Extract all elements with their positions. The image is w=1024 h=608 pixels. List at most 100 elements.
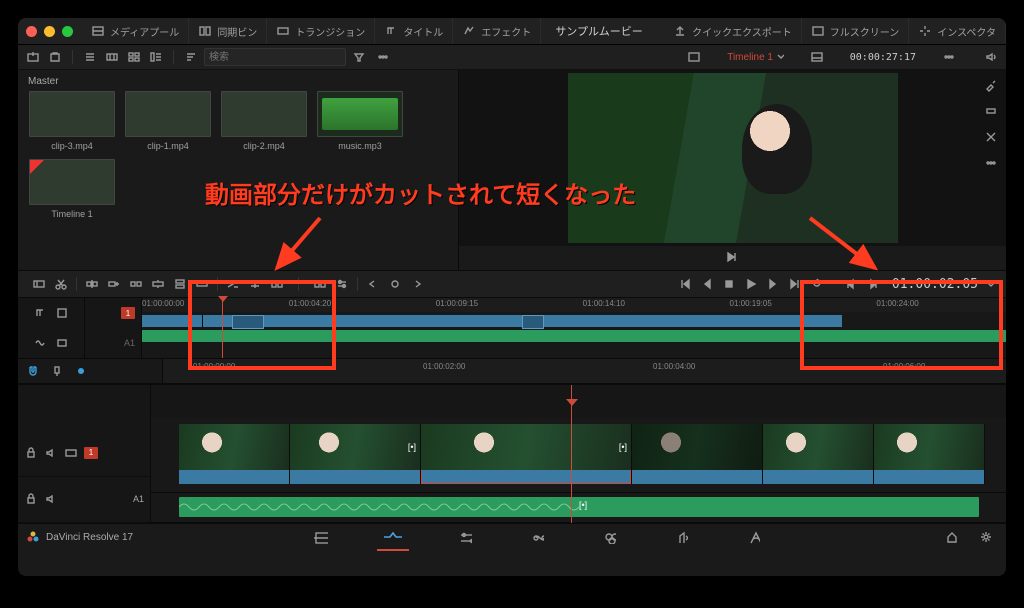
settings-button[interactable] <box>974 527 998 547</box>
timecode-menu-button[interactable] <box>982 275 1000 293</box>
timeline-viewer-button[interactable] <box>808 48 826 66</box>
edit-page-tab[interactable] <box>453 527 477 547</box>
filmstrip-view-button[interactable] <box>103 48 121 66</box>
timecode-entry-button[interactable] <box>30 275 48 293</box>
zoom-prev-button[interactable] <box>364 275 382 293</box>
play-button[interactable] <box>742 275 760 293</box>
timeline-clip[interactable]: [•] <box>290 424 421 484</box>
marker-tool[interactable] <box>48 362 66 380</box>
transition-tool[interactable] <box>333 275 351 293</box>
track-number[interactable]: 1 <box>121 307 135 319</box>
stop-button[interactable] <box>720 275 738 293</box>
upper-timeline-body[interactable]: 01:00:00:00 01:00:04:20 01:00:09:15 01:0… <box>142 298 1006 358</box>
effects-toggle[interactable]: エフェクト <box>453 18 541 44</box>
zoom-menu-button[interactable] <box>386 275 404 293</box>
smart-insert-button[interactable] <box>83 275 101 293</box>
dissolve-button[interactable] <box>224 275 242 293</box>
track-index[interactable]: 1 <box>84 447 98 459</box>
audio-track[interactable]: [•] <box>151 493 1006 523</box>
timeline-clip[interactable]: [•] <box>421 424 632 484</box>
deliver-page-tab[interactable] <box>741 527 765 547</box>
master-bin-label[interactable]: Master <box>28 76 448 87</box>
audio-sync-button[interactable] <box>31 334 49 352</box>
fasttrack-button[interactable] <box>982 128 1000 146</box>
viewer-timecode[interactable]: 00:00:27:17 <box>850 52 916 63</box>
viewer-canvas[interactable] <box>459 70 1006 246</box>
search-input[interactable] <box>204 48 346 66</box>
timeline-clip[interactable] <box>874 424 985 484</box>
inspector-toggle[interactable]: インスペクタ <box>909 18 1006 44</box>
audio-track-label[interactable]: A1 <box>124 338 135 348</box>
fast-review-button[interactable] <box>725 250 741 266</box>
fairlight-page-tab[interactable] <box>669 527 693 547</box>
timeline-clip[interactable] <box>763 424 874 484</box>
closeup-button[interactable] <box>149 275 167 293</box>
jog-prev-button[interactable] <box>842 275 860 293</box>
timeline-clip[interactable] <box>632 424 763 484</box>
tools-button[interactable] <box>982 76 1000 94</box>
transitions-toggle[interactable]: トランジション <box>267 18 375 44</box>
source-overwrite-button[interactable] <box>193 275 211 293</box>
viewer-options-button[interactable] <box>940 48 958 66</box>
display-icon[interactable] <box>64 446 78 460</box>
loop-button[interactable] <box>808 275 826 293</box>
timeline-clip[interactable] <box>179 424 290 484</box>
lock-icon[interactable] <box>24 492 38 506</box>
pool-options-button[interactable] <box>374 48 392 66</box>
media-page-tab[interactable] <box>309 527 333 547</box>
mini-audio-track[interactable] <box>142 330 1006 342</box>
ripple-overwrite-button[interactable] <box>127 275 145 293</box>
media-pool-toggle[interactable]: メディアプール <box>82 18 189 44</box>
video-track-header[interactable]: 1 <box>18 430 150 476</box>
mini-video-track[interactable] <box>142 315 842 327</box>
media-clip[interactable]: clip-3.mp4 <box>28 91 116 151</box>
jog-next-button[interactable] <box>864 275 882 293</box>
import-media-button[interactable] <box>24 48 42 66</box>
cut-page-tab[interactable] <box>381 527 405 547</box>
mute-icon[interactable] <box>44 492 58 506</box>
media-clip[interactable]: clip-1.mp4 <box>124 91 212 151</box>
home-button[interactable] <box>940 527 964 547</box>
split-clip-button[interactable] <box>268 275 286 293</box>
sort-menu-button[interactable] <box>182 48 200 66</box>
source-viewer-button[interactable] <box>685 48 703 66</box>
flag-tool[interactable] <box>72 362 90 380</box>
main-playhead[interactable] <box>571 385 572 523</box>
zoom-next-button[interactable] <box>408 275 426 293</box>
media-timeline[interactable]: Timeline 1 <box>28 159 116 219</box>
timeline-body[interactable]: [•] [•] [•] <box>151 385 1006 523</box>
media-pool-body[interactable]: Master clip-3.mp4 clip-1.mp4 clip-2.mp4 … <box>18 70 458 270</box>
sync-bin-toggle[interactable]: 同期ビン <box>189 18 267 44</box>
bin-button[interactable] <box>46 48 64 66</box>
timeline-tool-b[interactable] <box>53 304 71 322</box>
timeline-tool-a[interactable] <box>31 304 49 322</box>
lock-icon[interactable] <box>24 446 38 460</box>
list-view-button[interactable] <box>81 48 99 66</box>
go-start-button[interactable] <box>676 275 694 293</box>
video-track[interactable]: [•] [•] <box>151 418 1006 494</box>
viewer-more-button[interactable] <box>982 154 1000 172</box>
mute-icon[interactable] <box>44 446 58 460</box>
boring-button[interactable] <box>982 102 1000 120</box>
timeline-audio-clip[interactable]: [•] <box>179 497 979 517</box>
snap-button[interactable] <box>24 362 42 380</box>
color-page-tab[interactable] <box>597 527 621 547</box>
go-end-button[interactable] <box>786 275 804 293</box>
quick-export-button[interactable]: クイックエクスポート <box>664 18 802 44</box>
video-only-button[interactable] <box>53 334 71 352</box>
cut-edit-button[interactable] <box>246 275 264 293</box>
place-on-top-button[interactable] <box>171 275 189 293</box>
upper-ruler[interactable]: 01:00:00:00 01:00:04:20 01:00:09:15 01:0… <box>142 298 1006 312</box>
sync-bin-tool[interactable] <box>311 275 329 293</box>
fusion-page-tab[interactable] <box>525 527 549 547</box>
titles-toggle[interactable]: タイトル <box>375 18 453 44</box>
close-window-button[interactable] <box>26 26 37 37</box>
upper-playhead[interactable] <box>222 298 223 358</box>
timeline-name[interactable]: Timeline 1 <box>727 52 784 63</box>
append-button[interactable] <box>105 275 123 293</box>
audio-track-header[interactable]: A1 <box>18 477 150 523</box>
thumbnail-view-button[interactable] <box>125 48 143 66</box>
next-edit-button[interactable] <box>764 275 782 293</box>
audio-mute-button[interactable] <box>982 48 1000 66</box>
prev-edit-button[interactable] <box>698 275 716 293</box>
